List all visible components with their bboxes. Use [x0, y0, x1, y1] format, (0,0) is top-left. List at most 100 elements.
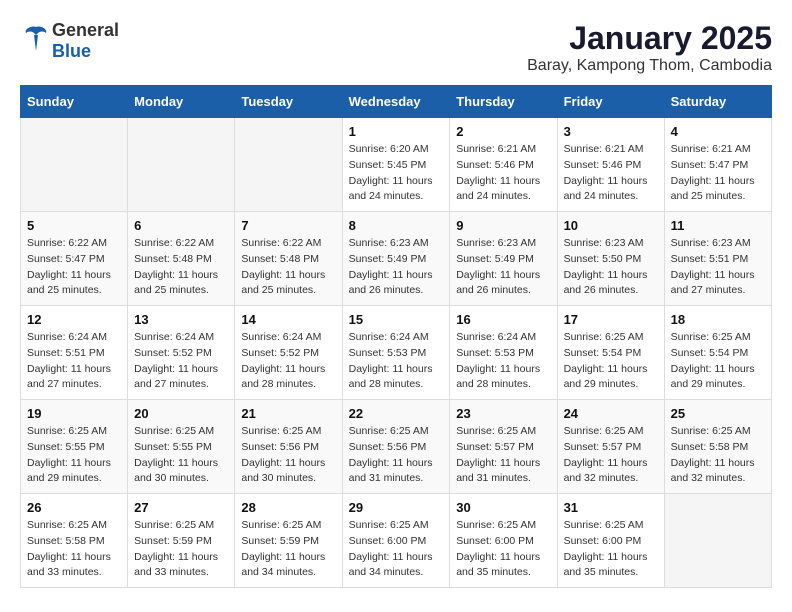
- calendar-cell: [235, 118, 342, 212]
- day-number: 27: [134, 500, 228, 515]
- calendar-week-row: 19 Sunrise: 6:25 AMSunset: 5:55 PMDayligh…: [21, 400, 772, 494]
- day-number: 18: [671, 312, 765, 327]
- day-info: Sunrise: 6:25 AMSunset: 5:55 PMDaylight:…: [134, 424, 228, 487]
- day-info: Sunrise: 6:25 AMSunset: 5:59 PMDaylight:…: [241, 518, 335, 581]
- day-number: 3: [564, 124, 658, 139]
- day-number: 12: [27, 312, 121, 327]
- calendar-table: SundayMondayTuesdayWednesdayThursdayFrid…: [20, 85, 772, 588]
- day-number: 15: [349, 312, 444, 327]
- day-info: Sunrise: 6:21 AMSunset: 5:46 PMDaylight:…: [456, 142, 550, 205]
- logo-blue: Blue: [52, 41, 91, 61]
- day-number: 19: [27, 406, 121, 421]
- calendar-cell: 29Sunrise: 6:25 AMSunset: 6:00 PMDayligh…: [342, 494, 450, 588]
- day-number: 8: [349, 218, 444, 233]
- calendar-week-row: 5 Sunrise: 6:22 AMSunset: 5:47 PMDaylight…: [21, 212, 772, 306]
- title-section: January 2025 Baray, Kampong Thom, Cambod…: [527, 20, 772, 75]
- calendar-cell: 27 Sunrise: 6:25 AMSunset: 5:59 PMDayligh…: [128, 494, 235, 588]
- day-info: Sunrise: 6:23 AMSunset: 5:51 PMDaylight:…: [671, 236, 765, 299]
- calendar-cell: 26 Sunrise: 6:25 AMSunset: 5:58 PMDayligh…: [21, 494, 128, 588]
- calendar-cell: 24 Sunrise: 6:25 AMSunset: 5:57 PMDayligh…: [557, 400, 664, 494]
- calendar-cell: 10 Sunrise: 6:23 AMSunset: 5:50 PMDayligh…: [557, 212, 664, 306]
- day-number: 22: [349, 406, 444, 421]
- calendar-cell: 19 Sunrise: 6:25 AMSunset: 5:55 PMDayligh…: [21, 400, 128, 494]
- day-number: 25: [671, 406, 765, 421]
- day-number: 7: [241, 218, 335, 233]
- calendar-cell: 14 Sunrise: 6:24 AMSunset: 5:52 PMDayligh…: [235, 306, 342, 400]
- day-info: Sunrise: 6:25 AMSunset: 5:59 PMDaylight:…: [134, 518, 228, 581]
- calendar-cell: [21, 118, 128, 212]
- day-info: Sunrise: 6:25 AMSunset: 6:00 PMDaylight:…: [564, 518, 658, 581]
- day-info: Sunrise: 6:25 AMSunset: 5:57 PMDaylight:…: [456, 424, 550, 487]
- calendar-cell: 31Sunrise: 6:25 AMSunset: 6:00 PMDayligh…: [557, 494, 664, 588]
- calendar-week-row: 26 Sunrise: 6:25 AMSunset: 5:58 PMDayligh…: [21, 494, 772, 588]
- day-number: 10: [564, 218, 658, 233]
- subtitle: Baray, Kampong Thom, Cambodia: [527, 57, 772, 75]
- day-number: 24: [564, 406, 658, 421]
- day-info: Sunrise: 6:22 AMSunset: 5:47 PMDaylight:…: [27, 236, 121, 299]
- calendar-cell: 16 Sunrise: 6:24 AMSunset: 5:53 PMDayligh…: [450, 306, 557, 400]
- day-info: Sunrise: 6:22 AMSunset: 5:48 PMDaylight:…: [241, 236, 335, 299]
- day-number: 20: [134, 406, 228, 421]
- calendar-cell: 6Sunrise: 6:22 AMSunset: 5:48 PMDaylight…: [128, 212, 235, 306]
- calendar-cell: 22 Sunrise: 6:25 AMSunset: 5:56 PMDayligh…: [342, 400, 450, 494]
- day-number: 28: [241, 500, 335, 515]
- day-info: Sunrise: 6:24 AMSunset: 5:52 PMDaylight:…: [241, 330, 335, 393]
- day-number: 30: [456, 500, 550, 515]
- calendar-cell: 3 Sunrise: 6:21 AMSunset: 5:46 PMDaylight…: [557, 118, 664, 212]
- calendar-header-sunday: Sunday: [21, 86, 128, 118]
- calendar-cell: 1Sunrise: 6:20 AMSunset: 5:45 PMDaylight…: [342, 118, 450, 212]
- logo-general: General: [52, 20, 119, 40]
- day-number: 23: [456, 406, 550, 421]
- day-info: Sunrise: 6:25 AMSunset: 5:58 PMDaylight:…: [671, 424, 765, 487]
- calendar-header-wednesday: Wednesday: [342, 86, 450, 118]
- calendar-cell: 5 Sunrise: 6:22 AMSunset: 5:47 PMDaylight…: [21, 212, 128, 306]
- calendar-cell: 15 Sunrise: 6:24 AMSunset: 5:53 PMDayligh…: [342, 306, 450, 400]
- calendar-cell: 9 Sunrise: 6:23 AMSunset: 5:49 PMDaylight…: [450, 212, 557, 306]
- day-number: 17: [564, 312, 658, 327]
- calendar-header-monday: Monday: [128, 86, 235, 118]
- day-number: 2: [456, 124, 550, 139]
- day-info: Sunrise: 6:24 AMSunset: 5:51 PMDaylight:…: [27, 330, 121, 393]
- day-info: Sunrise: 6:25 AMSunset: 5:58 PMDaylight:…: [27, 518, 121, 581]
- day-info: Sunrise: 6:24 AMSunset: 5:52 PMDaylight:…: [134, 330, 228, 393]
- calendar-cell: 23 Sunrise: 6:25 AMSunset: 5:57 PMDayligh…: [450, 400, 557, 494]
- calendar-cell: 18Sunrise: 6:25 AMSunset: 5:54 PMDayligh…: [664, 306, 771, 400]
- day-info: Sunrise: 6:21 AMSunset: 5:46 PMDaylight:…: [564, 142, 658, 205]
- day-number: 21: [241, 406, 335, 421]
- day-info: Sunrise: 6:24 AMSunset: 5:53 PMDaylight:…: [349, 330, 444, 393]
- calendar-cell: 12 Sunrise: 6:24 AMSunset: 5:51 PMDayligh…: [21, 306, 128, 400]
- calendar-cell: 8Sunrise: 6:23 AMSunset: 5:49 PMDaylight…: [342, 212, 450, 306]
- day-number: 26: [27, 500, 121, 515]
- day-number: 5: [27, 218, 121, 233]
- calendar-header-row: SundayMondayTuesdayWednesdayThursdayFrid…: [21, 86, 772, 118]
- day-number: 11: [671, 218, 765, 233]
- day-info: Sunrise: 6:20 AMSunset: 5:45 PMDaylight:…: [349, 142, 444, 205]
- day-number: 13: [134, 312, 228, 327]
- day-info: Sunrise: 6:23 AMSunset: 5:50 PMDaylight:…: [564, 236, 658, 299]
- day-info: Sunrise: 6:25 AMSunset: 5:56 PMDaylight:…: [349, 424, 444, 487]
- calendar-cell: 21 Sunrise: 6:25 AMSunset: 5:56 PMDayligh…: [235, 400, 342, 494]
- calendar-cell: 7 Sunrise: 6:22 AMSunset: 5:48 PMDaylight…: [235, 212, 342, 306]
- day-number: 4: [671, 124, 765, 139]
- calendar-header-thursday: Thursday: [450, 86, 557, 118]
- calendar-header-tuesday: Tuesday: [235, 86, 342, 118]
- logo: General Blue: [20, 20, 119, 62]
- calendar-cell: 17 Sunrise: 6:25 AMSunset: 5:54 PMDayligh…: [557, 306, 664, 400]
- day-info: Sunrise: 6:25 AMSunset: 5:57 PMDaylight:…: [564, 424, 658, 487]
- day-number: 14: [241, 312, 335, 327]
- day-info: Sunrise: 6:25 AMSunset: 5:55 PMDaylight:…: [27, 424, 121, 487]
- calendar-week-row: 12 Sunrise: 6:24 AMSunset: 5:51 PMDayligh…: [21, 306, 772, 400]
- day-info: Sunrise: 6:24 AMSunset: 5:53 PMDaylight:…: [456, 330, 550, 393]
- day-info: Sunrise: 6:22 AMSunset: 5:48 PMDaylight:…: [134, 236, 228, 299]
- day-info: Sunrise: 6:25 AMSunset: 5:56 PMDaylight:…: [241, 424, 335, 487]
- logo-icon: [20, 23, 52, 60]
- calendar-header-friday: Friday: [557, 86, 664, 118]
- calendar-cell: 25 Sunrise: 6:25 AMSunset: 5:58 PMDayligh…: [664, 400, 771, 494]
- calendar-cell: 13 Sunrise: 6:24 AMSunset: 5:52 PMDayligh…: [128, 306, 235, 400]
- calendar-header-saturday: Saturday: [664, 86, 771, 118]
- day-number: 9: [456, 218, 550, 233]
- day-info: Sunrise: 6:25 AMSunset: 5:54 PMDaylight:…: [564, 330, 658, 393]
- calendar-cell: 2 Sunrise: 6:21 AMSunset: 5:46 PMDaylight…: [450, 118, 557, 212]
- day-number: 16: [456, 312, 550, 327]
- day-info: Sunrise: 6:23 AMSunset: 5:49 PMDaylight:…: [456, 236, 550, 299]
